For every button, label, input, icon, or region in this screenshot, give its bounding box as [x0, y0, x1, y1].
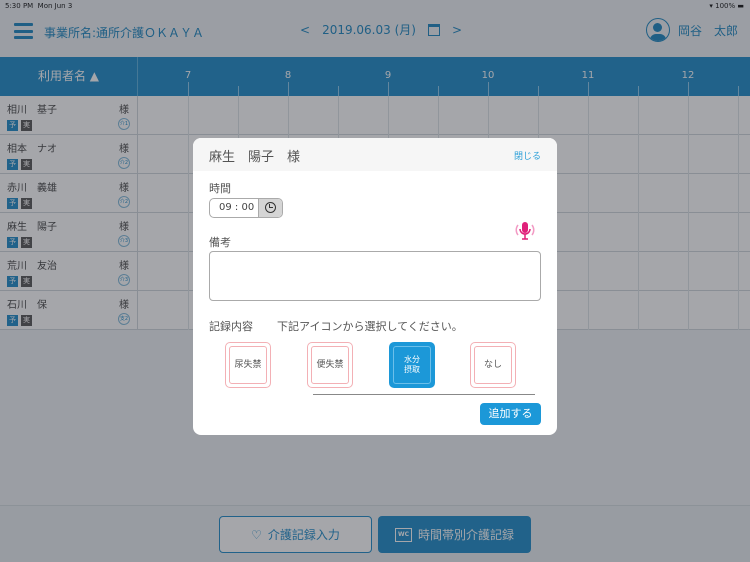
time-label: 時間	[209, 182, 231, 195]
record-option-label: 水分 摂取	[393, 346, 431, 384]
close-button[interactable]: 閉じる	[514, 149, 541, 162]
record-dialog: 麻生 陽子 様 閉じる 時間 09 : 00 備考 記録内容 下記アイコンから選…	[193, 138, 557, 435]
time-picker[interactable]: 09 : 00	[209, 198, 283, 218]
record-option[interactable]: 水分 摂取	[389, 342, 435, 388]
record-option-label: 便失禁	[311, 346, 349, 384]
record-option-label: 尿失禁	[229, 346, 267, 384]
notes-textarea[interactable]	[209, 251, 541, 301]
record-content-label: 記録内容	[209, 320, 253, 333]
record-hint: 下記アイコンから選択してください。	[277, 320, 463, 333]
divider	[313, 394, 535, 395]
record-option[interactable]: 便失禁	[307, 342, 353, 388]
record-option[interactable]: 尿失禁	[225, 342, 271, 388]
dialog-header: 麻生 陽子 様 閉じる	[193, 138, 557, 171]
time-value: 09 : 00	[219, 202, 255, 213]
add-button[interactable]: 追加する	[480, 403, 541, 425]
record-option[interactable]: なし	[470, 342, 516, 388]
microphone-icon[interactable]	[515, 220, 535, 242]
clock-icon[interactable]	[258, 199, 282, 217]
record-option-label: なし	[474, 346, 512, 384]
dialog-title: 麻生 陽子 様	[209, 150, 301, 165]
notes-label: 備考	[209, 236, 231, 249]
